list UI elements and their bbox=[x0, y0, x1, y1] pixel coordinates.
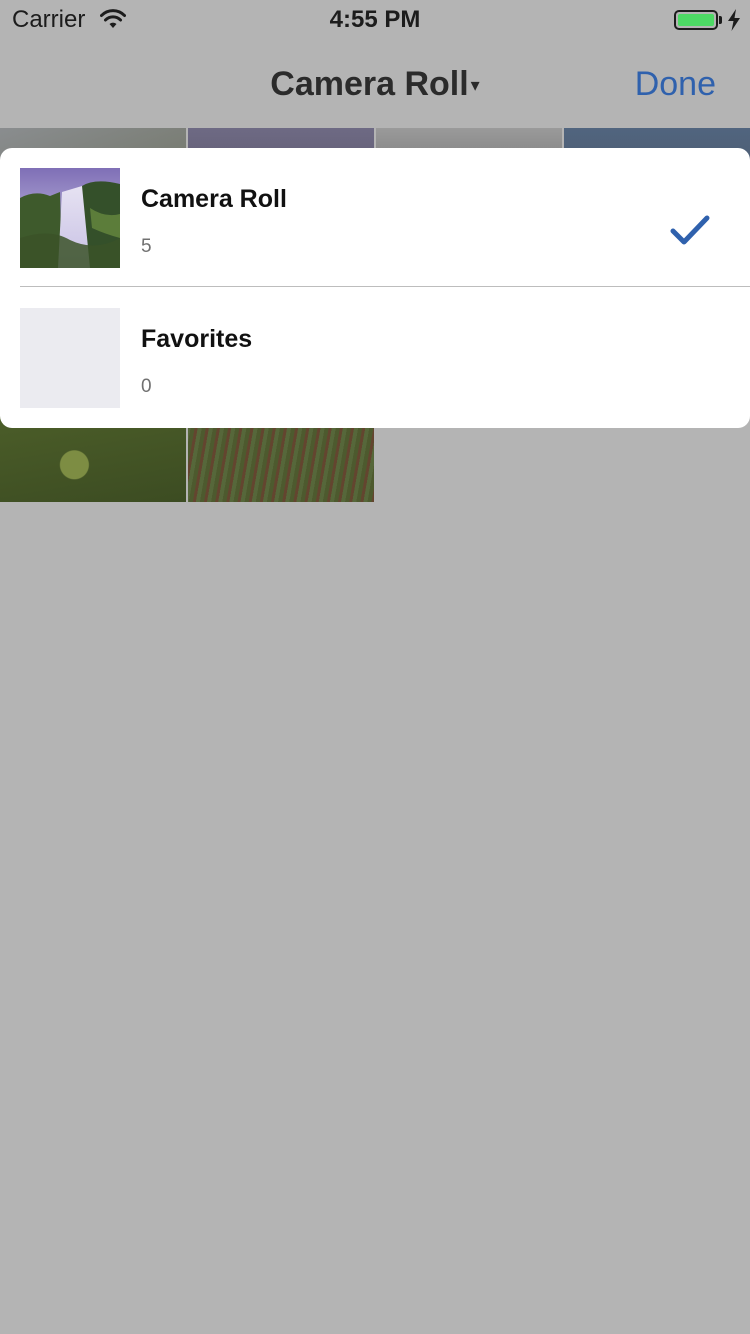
album-list-dropdown: Camera Roll 5 Favorites 0 bbox=[0, 148, 750, 428]
navigation-bar: Camera Roll ▾ Done bbox=[0, 40, 750, 128]
battery-terminal bbox=[719, 16, 722, 24]
nav-title-label: Camera Roll bbox=[270, 65, 469, 103]
album-name: Camera Roll bbox=[141, 185, 287, 213]
album-photo-count: 0 bbox=[141, 376, 152, 397]
lightning-bolt-icon bbox=[728, 9, 740, 31]
album-name: Favorites bbox=[141, 325, 253, 353]
album-row-camera-roll[interactable]: Camera Roll 5 bbox=[0, 148, 750, 288]
status-bar: Carrier 4:55 PM bbox=[0, 0, 750, 40]
album-photo-count: 5 bbox=[141, 236, 152, 257]
battery-icon bbox=[674, 10, 718, 30]
album-row-favorites[interactable]: Favorites 0 bbox=[0, 288, 750, 428]
checkmark-icon bbox=[670, 215, 710, 245]
album-thumbnail-waterfall bbox=[20, 168, 120, 268]
done-button[interactable]: Done bbox=[635, 64, 716, 104]
status-time: 4:55 PM bbox=[329, 6, 421, 33]
caret-down-icon: ▾ bbox=[470, 75, 480, 95]
album-thumbnail-placeholder bbox=[20, 308, 120, 408]
battery-level-fill bbox=[678, 14, 714, 26]
row-divider bbox=[20, 286, 750, 287]
